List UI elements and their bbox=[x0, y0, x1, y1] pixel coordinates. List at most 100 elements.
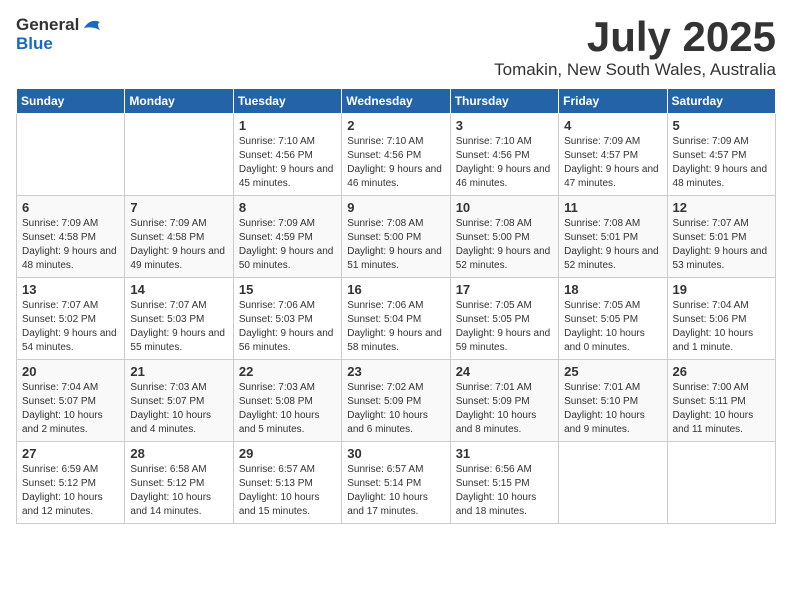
logo-bird-icon bbox=[82, 16, 104, 34]
calendar-table: SundayMondayTuesdayWednesdayThursdayFrid… bbox=[16, 88, 776, 524]
day-info: Sunrise: 7:09 AM Sunset: 4:59 PM Dayligh… bbox=[239, 217, 336, 273]
day-number: 2 bbox=[347, 118, 444, 133]
calendar-cell: 6 Sunrise: 7:09 AM Sunset: 4:58 PM Daylig… bbox=[17, 196, 125, 278]
day-info: Sunrise: 7:09 AM Sunset: 4:58 PM Dayligh… bbox=[130, 217, 227, 273]
day-info: Sunrise: 7:07 AM Sunset: 5:01 PM Dayligh… bbox=[673, 217, 770, 273]
day-info: Sunrise: 7:07 AM Sunset: 5:02 PM Dayligh… bbox=[22, 299, 119, 355]
day-number: 28 bbox=[130, 446, 227, 461]
calendar-cell: 20 Sunrise: 7:04 AM Sunset: 5:07 PM Dayli… bbox=[17, 360, 125, 442]
day-info: Sunrise: 6:56 AM Sunset: 5:15 PM Dayligh… bbox=[456, 463, 553, 519]
day-number: 25 bbox=[564, 364, 661, 379]
calendar-cell: 18 Sunrise: 7:05 AM Sunset: 5:05 PM Dayli… bbox=[559, 278, 667, 360]
day-info: Sunrise: 6:58 AM Sunset: 5:12 PM Dayligh… bbox=[130, 463, 227, 519]
logo: General Blue bbox=[16, 16, 104, 53]
day-number: 26 bbox=[673, 364, 770, 379]
day-number: 16 bbox=[347, 282, 444, 297]
logo-general: General bbox=[16, 16, 79, 35]
calendar-cell: 23Sunrise: 7:02 AM Sunset: 5:09 PM Dayli… bbox=[342, 360, 450, 442]
day-number: 27 bbox=[22, 446, 119, 461]
logo-blue: Blue bbox=[16, 35, 53, 54]
day-info: Sunrise: 7:00 AM Sunset: 5:11 PM Dayligh… bbox=[673, 381, 770, 437]
day-info: Sunrise: 7:03 AM Sunset: 5:07 PM Dayligh… bbox=[130, 381, 227, 437]
calendar-day-header: Tuesday bbox=[233, 89, 341, 114]
calendar-cell: 5Sunrise: 7:09 AM Sunset: 4:57 PM Daylig… bbox=[667, 114, 775, 196]
day-number: 10 bbox=[456, 200, 553, 215]
calendar-cell: 2Sunrise: 7:10 AM Sunset: 4:56 PM Daylig… bbox=[342, 114, 450, 196]
calendar-day-header: Sunday bbox=[17, 89, 125, 114]
calendar-week-row: 13 Sunrise: 7:07 AM Sunset: 5:02 PM Dayli… bbox=[17, 278, 776, 360]
day-info: Sunrise: 6:57 AM Sunset: 5:14 PM Dayligh… bbox=[347, 463, 444, 519]
calendar-cell: 17 Sunrise: 7:05 AM Sunset: 5:05 PM Dayli… bbox=[450, 278, 558, 360]
day-number: 20 bbox=[22, 364, 119, 379]
month-title: July 2025 bbox=[494, 16, 776, 58]
day-number: 29 bbox=[239, 446, 336, 461]
day-info: Sunrise: 7:07 AM Sunset: 5:03 PM Dayligh… bbox=[130, 299, 227, 355]
calendar-cell: 3Sunrise: 7:10 AM Sunset: 4:56 PM Daylig… bbox=[450, 114, 558, 196]
day-info: Sunrise: 7:05 AM Sunset: 5:05 PM Dayligh… bbox=[456, 299, 553, 355]
day-info: Sunrise: 7:08 AM Sunset: 5:01 PM Dayligh… bbox=[564, 217, 661, 273]
day-info: Sunrise: 7:01 AM Sunset: 5:09 PM Dayligh… bbox=[456, 381, 553, 437]
calendar-cell: 11Sunrise: 7:08 AM Sunset: 5:01 PM Dayli… bbox=[559, 196, 667, 278]
day-number: 22 bbox=[239, 364, 336, 379]
day-number: 6 bbox=[22, 200, 119, 215]
day-info: Sunrise: 7:04 AM Sunset: 5:07 PM Dayligh… bbox=[22, 381, 119, 437]
day-info: Sunrise: 7:04 AM Sunset: 5:06 PM Dayligh… bbox=[673, 299, 770, 355]
day-info: Sunrise: 7:01 AM Sunset: 5:10 PM Dayligh… bbox=[564, 381, 661, 437]
calendar-cell bbox=[559, 442, 667, 524]
day-info: Sunrise: 7:10 AM Sunset: 4:56 PM Dayligh… bbox=[239, 135, 336, 191]
day-number: 13 bbox=[22, 282, 119, 297]
day-number: 24 bbox=[456, 364, 553, 379]
calendar-cell: 25 Sunrise: 7:01 AM Sunset: 5:10 PM Dayli… bbox=[559, 360, 667, 442]
calendar-cell: 16 Sunrise: 7:06 AM Sunset: 5:04 PM Dayli… bbox=[342, 278, 450, 360]
calendar-cell: 26 Sunrise: 7:00 AM Sunset: 5:11 PM Dayli… bbox=[667, 360, 775, 442]
title-block: July 2025 Tomakin, New South Wales, Aust… bbox=[494, 16, 776, 80]
day-number: 17 bbox=[456, 282, 553, 297]
day-info: Sunrise: 7:09 AM Sunset: 4:57 PM Dayligh… bbox=[564, 135, 661, 191]
day-number: 4 bbox=[564, 118, 661, 133]
calendar-cell: 29 Sunrise: 6:57 AM Sunset: 5:13 PM Dayli… bbox=[233, 442, 341, 524]
calendar-cell bbox=[125, 114, 233, 196]
day-number: 19 bbox=[673, 282, 770, 297]
calendar-day-header: Friday bbox=[559, 89, 667, 114]
calendar-cell: 15 Sunrise: 7:06 AM Sunset: 5:03 PM Dayli… bbox=[233, 278, 341, 360]
calendar-cell: 1Sunrise: 7:10 AM Sunset: 4:56 PM Daylig… bbox=[233, 114, 341, 196]
calendar-cell: 7 Sunrise: 7:09 AM Sunset: 4:58 PM Daylig… bbox=[125, 196, 233, 278]
day-number: 18 bbox=[564, 282, 661, 297]
day-number: 14 bbox=[130, 282, 227, 297]
calendar-week-row: 20 Sunrise: 7:04 AM Sunset: 5:07 PM Dayli… bbox=[17, 360, 776, 442]
calendar-cell: 12 Sunrise: 7:07 AM Sunset: 5:01 PM Dayli… bbox=[667, 196, 775, 278]
calendar-cell: 31 Sunrise: 6:56 AM Sunset: 5:15 PM Dayli… bbox=[450, 442, 558, 524]
day-number: 3 bbox=[456, 118, 553, 133]
day-info: Sunrise: 6:57 AM Sunset: 5:13 PM Dayligh… bbox=[239, 463, 336, 519]
day-info: Sunrise: 7:02 AM Sunset: 5:09 PM Dayligh… bbox=[347, 381, 444, 437]
day-number: 30 bbox=[347, 446, 444, 461]
calendar-cell bbox=[667, 442, 775, 524]
day-number: 21 bbox=[130, 364, 227, 379]
day-number: 5 bbox=[673, 118, 770, 133]
day-number: 9 bbox=[347, 200, 444, 215]
calendar-day-header: Monday bbox=[125, 89, 233, 114]
day-number: 15 bbox=[239, 282, 336, 297]
day-number: 8 bbox=[239, 200, 336, 215]
calendar-cell: 9Sunrise: 7:08 AM Sunset: 5:00 PM Daylig… bbox=[342, 196, 450, 278]
day-info: Sunrise: 7:09 AM Sunset: 4:58 PM Dayligh… bbox=[22, 217, 119, 273]
calendar-cell: 19 Sunrise: 7:04 AM Sunset: 5:06 PM Dayli… bbox=[667, 278, 775, 360]
location-subtitle: Tomakin, New South Wales, Australia bbox=[494, 60, 776, 80]
day-info: Sunrise: 7:06 AM Sunset: 5:03 PM Dayligh… bbox=[239, 299, 336, 355]
day-info: Sunrise: 7:08 AM Sunset: 5:00 PM Dayligh… bbox=[456, 217, 553, 273]
calendar-week-row: 1Sunrise: 7:10 AM Sunset: 4:56 PM Daylig… bbox=[17, 114, 776, 196]
day-info: Sunrise: 7:03 AM Sunset: 5:08 PM Dayligh… bbox=[239, 381, 336, 437]
calendar-cell: 24 Sunrise: 7:01 AM Sunset: 5:09 PM Dayli… bbox=[450, 360, 558, 442]
day-info: Sunrise: 7:05 AM Sunset: 5:05 PM Dayligh… bbox=[564, 299, 661, 355]
day-info: Sunrise: 7:06 AM Sunset: 5:04 PM Dayligh… bbox=[347, 299, 444, 355]
calendar-header-row: SundayMondayTuesdayWednesdayThursdayFrid… bbox=[17, 89, 776, 114]
calendar-cell: 27 Sunrise: 6:59 AM Sunset: 5:12 PM Dayli… bbox=[17, 442, 125, 524]
day-number: 31 bbox=[456, 446, 553, 461]
day-info: Sunrise: 6:59 AM Sunset: 5:12 PM Dayligh… bbox=[22, 463, 119, 519]
day-number: 12 bbox=[673, 200, 770, 215]
calendar-day-header: Wednesday bbox=[342, 89, 450, 114]
day-number: 7 bbox=[130, 200, 227, 215]
calendar-cell: 10 Sunrise: 7:08 AM Sunset: 5:00 PM Dayli… bbox=[450, 196, 558, 278]
calendar-day-header: Saturday bbox=[667, 89, 775, 114]
calendar-cell: 30 Sunrise: 6:57 AM Sunset: 5:14 PM Dayli… bbox=[342, 442, 450, 524]
